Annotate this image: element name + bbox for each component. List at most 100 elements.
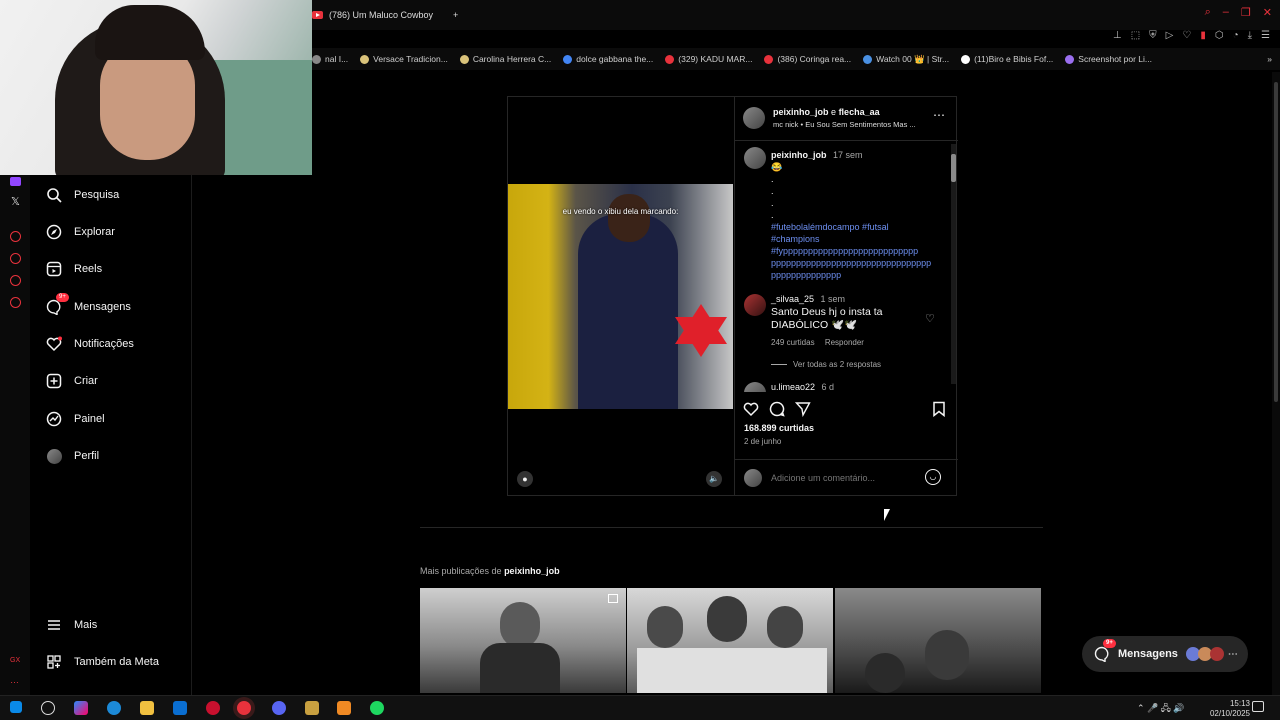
mute-icon[interactable]: 🔈 xyxy=(706,471,722,487)
sidebar-item-meta[interactable]: Também da Meta xyxy=(46,654,159,670)
hashtags[interactable]: #fyppppppppppppppppppppppppppp xyxy=(771,245,931,257)
comment-user[interactable]: _silvaa_25 xyxy=(771,294,814,304)
sidebar-item-dashboard[interactable]: Painel xyxy=(46,411,105,427)
like-icon[interactable] xyxy=(743,401,759,417)
clock-icon[interactable] xyxy=(10,253,21,264)
sidebar-item-notifications[interactable]: Notificações xyxy=(46,336,134,352)
discord-icon[interactable] xyxy=(272,701,286,715)
cube-icon[interactable] xyxy=(10,275,21,286)
notifications-icon[interactable] xyxy=(1252,701,1264,712)
play-icon[interactable]: ▷ xyxy=(1166,30,1174,41)
download-icon[interactable]: ⤓ xyxy=(1248,30,1252,41)
more-post-thumbnail[interactable] xyxy=(835,588,1041,693)
share-icon[interactable] xyxy=(794,401,811,418)
comment-icon[interactable] xyxy=(769,401,785,417)
more-options-icon[interactable]: ⋯ xyxy=(933,108,945,122)
opera-gx-icon[interactable] xyxy=(237,701,251,715)
maximize-button[interactable]: ❐ xyxy=(1241,6,1251,19)
search-icon[interactable] xyxy=(41,701,55,715)
more-posts-user[interactable]: peixinho_job xyxy=(504,566,560,576)
cube-icon[interactable]: ⬡ xyxy=(1215,30,1224,41)
shield-icon[interactable]: ⛨ xyxy=(1149,30,1157,41)
bookmark-item[interactable]: (329) KADU MAR... xyxy=(665,54,752,64)
post-media[interactable]: eu vendo o xibiu dela marcando: ● 🔈 xyxy=(508,97,733,495)
caption-author[interactable]: peixinho_job xyxy=(771,150,827,160)
bookmark-item[interactable]: Screenshot por Li... xyxy=(1065,54,1152,64)
bookmark-item[interactable]: (386) Coringa rea... xyxy=(764,54,851,64)
tab-title: (786) Um Maluco Cowboy xyxy=(329,10,434,20)
system-tray-icons[interactable]: ⌃ 🎤 🖧 🔊 xyxy=(1137,701,1185,717)
bookmark-item[interactable]: Watch 00 👑 | Str... xyxy=(863,54,949,65)
sidebar-item-reels[interactable]: Reels xyxy=(46,261,102,277)
heart-icon[interactable]: ♡ xyxy=(1182,30,1191,41)
sidebar-item-messages[interactable]: 9+ Mensagens xyxy=(46,293,131,315)
vlc-icon[interactable] xyxy=(337,701,351,715)
twitch-icon[interactable] xyxy=(10,177,21,186)
hashtags[interactable]: pppppppppppppp xyxy=(771,269,931,281)
outlook-icon[interactable] xyxy=(173,701,187,715)
gx-icon[interactable]: GX xyxy=(10,657,20,664)
messages-pill[interactable]: 9+ Mensagens ⋯ xyxy=(1082,636,1248,672)
audio-info[interactable]: mc nick • Eu Sou Sem Sentimentos Mas ... xyxy=(773,120,916,129)
view-replies-button[interactable]: Ver todas as 2 respostas xyxy=(771,360,881,369)
coauthor-link[interactable]: flecha_aa xyxy=(839,107,880,117)
bookmark-favicon xyxy=(360,54,370,64)
settings-icon[interactable] xyxy=(10,297,21,308)
bookmark-icon[interactable] xyxy=(932,401,946,422)
bookmark-item[interactable]: Carolina Herrera C... xyxy=(459,54,551,64)
emoji-icon[interactable]: ◡ xyxy=(925,469,941,485)
menu-icon[interactable]: ☰ xyxy=(1261,30,1270,41)
game-icon[interactable] xyxy=(305,701,319,715)
page-scrollbar[interactable] xyxy=(1272,72,1280,695)
browser-tab[interactable]: (786) Um Maluco Cowboy + xyxy=(312,4,458,26)
sidebar-item-search[interactable]: Pesquisa xyxy=(46,187,119,203)
comments-scrollbar[interactable] xyxy=(951,144,956,384)
pin-icon[interactable]: ⊥ xyxy=(1113,30,1122,41)
sidebar-item-explore[interactable]: Explorar xyxy=(46,224,115,240)
more-post-thumbnail[interactable] xyxy=(627,588,833,693)
new-tab-button[interactable]: + xyxy=(453,10,458,20)
x-icon[interactable]: 𝕏 xyxy=(11,195,20,208)
bookmark-item[interactable]: nal I... xyxy=(312,54,348,64)
opera-icon[interactable] xyxy=(206,701,220,715)
comment-likes[interactable]: 249 curtidas xyxy=(771,338,815,347)
author-link[interactable]: peixinho_job xyxy=(773,107,829,117)
record-icon[interactable] xyxy=(10,231,21,242)
comment-input[interactable] xyxy=(771,469,921,487)
hashtags[interactable]: pppppppppppppppppppppppppppppppp xyxy=(771,257,931,269)
avatar[interactable] xyxy=(744,382,766,392)
sidebar-item-label: Explorar xyxy=(74,226,115,238)
spotify-icon[interactable] xyxy=(370,701,384,715)
minimize-button[interactable]: – xyxy=(1223,6,1229,19)
comment-user[interactable]: u.limeao22 xyxy=(771,382,815,392)
likes-count[interactable]: 168.899 curtidas xyxy=(744,423,814,433)
bookmark-item[interactable]: (11)Biro e Bibis Fof... xyxy=(961,54,1053,64)
snapshot-icon[interactable]: ⬚ xyxy=(1131,30,1140,41)
close-button[interactable]: ✕ xyxy=(1263,6,1272,19)
windows-start-icon[interactable] xyxy=(10,701,22,713)
sidebar-item-profile[interactable]: Perfil xyxy=(46,448,99,464)
sidebar-item-more[interactable]: Mais xyxy=(46,617,97,633)
hashtags[interactable]: #champions xyxy=(771,233,931,245)
bookmark-item[interactable]: dolce gabbana the... xyxy=(563,54,653,64)
user-tag-icon[interactable]: ● xyxy=(517,471,533,487)
profile-icon[interactable]: ◔ xyxy=(1233,30,1239,41)
avatar[interactable] xyxy=(743,107,765,129)
avatar[interactable] xyxy=(744,147,766,169)
video-frame[interactable]: eu vendo o xibiu dela marcando: xyxy=(508,184,733,409)
search-icon[interactable]: ⌕ xyxy=(1205,6,1211,19)
edge-icon[interactable] xyxy=(107,701,121,715)
more-icon[interactable]: … xyxy=(10,675,19,685)
clock[interactable]: 15:13 02/10/2025 xyxy=(1210,699,1250,719)
comment-like-icon[interactable]: ♡ xyxy=(925,312,935,325)
bookmark-item[interactable]: Versace Tradicion... xyxy=(360,54,448,64)
more-post-thumbnail[interactable] xyxy=(420,588,626,693)
battery-icon[interactable]: ▮ xyxy=(1200,30,1206,41)
reply-button[interactable]: Responder xyxy=(825,338,864,347)
hashtags[interactable]: #futebolalémdocampo #futsal xyxy=(771,221,931,233)
bookmarks-overflow-icon[interactable]: » xyxy=(1267,54,1272,64)
sidebar-item-create[interactable]: Criar xyxy=(46,373,98,389)
avatar[interactable] xyxy=(744,294,766,316)
file-explorer-icon[interactable] xyxy=(140,701,154,715)
copilot-icon[interactable] xyxy=(74,701,88,715)
